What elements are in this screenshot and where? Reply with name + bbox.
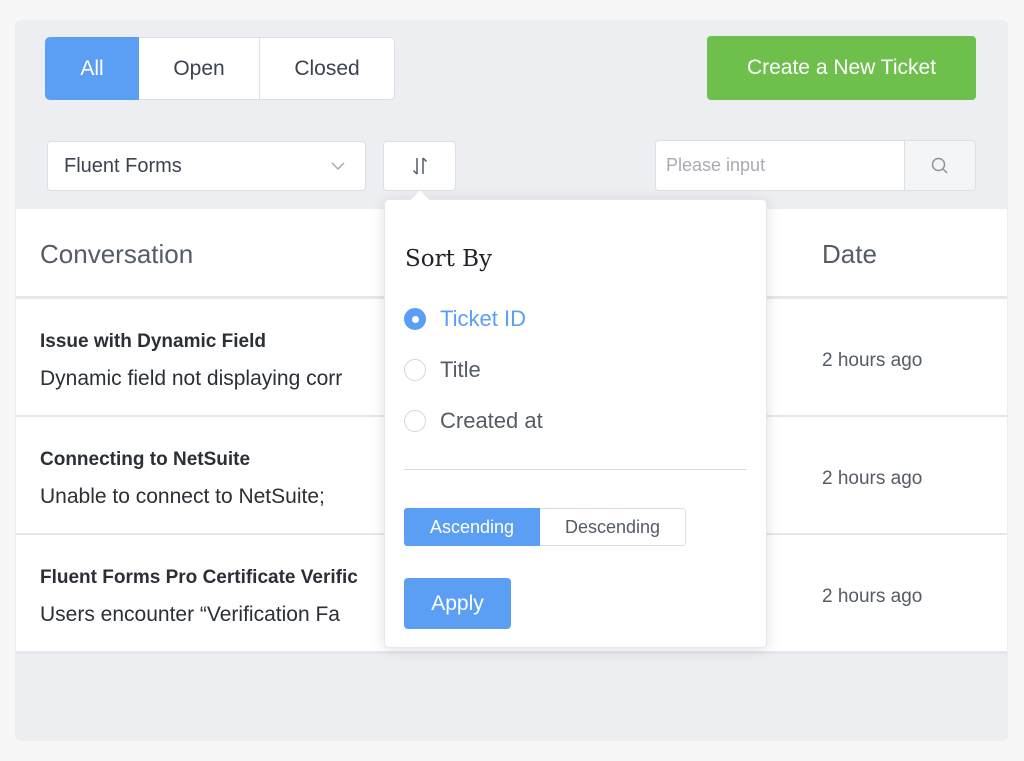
sort-option-label: Ticket ID bbox=[440, 306, 526, 331]
sort-option-ticket-id[interactable]: Ticket ID bbox=[404, 306, 526, 332]
ticket-description: Users encounter “Verification Fa bbox=[40, 603, 340, 626]
sort-toggle-button[interactable] bbox=[383, 141, 456, 191]
ascending-button[interactable]: Ascending bbox=[404, 508, 540, 546]
sort-popover: Sort By Ticket ID Title Created at Ascen… bbox=[384, 189, 767, 648]
sort-option-label: Created at bbox=[440, 408, 543, 433]
sort-option-created-at[interactable]: Created at bbox=[404, 408, 543, 434]
form-select[interactable]: Fluent Forms bbox=[47, 141, 366, 191]
search-button[interactable] bbox=[904, 141, 975, 190]
apply-button[interactable]: Apply bbox=[404, 578, 511, 629]
ticket-title: Fluent Forms Pro Certificate Verific bbox=[40, 567, 358, 588]
form-select-value: Fluent Forms bbox=[64, 154, 182, 177]
ticket-title: Issue with Dynamic Field bbox=[40, 331, 266, 352]
ticket-date: 2 hours ago bbox=[822, 468, 923, 489]
ticket-title: Connecting to NetSuite bbox=[40, 449, 251, 470]
ticket-date: 2 hours ago bbox=[822, 350, 923, 371]
header-conversation: Conversation bbox=[40, 239, 194, 269]
ticket-description: Dynamic field not displaying corr bbox=[40, 367, 343, 390]
header-date: Date bbox=[822, 239, 877, 269]
chevron-down-icon bbox=[331, 162, 345, 171]
sort-option-label: Title bbox=[440, 357, 481, 382]
tab-all[interactable]: All bbox=[45, 37, 139, 100]
search-box bbox=[655, 140, 976, 191]
descending-button[interactable]: Descending bbox=[540, 508, 686, 546]
tab-open[interactable]: Open bbox=[139, 37, 260, 100]
create-ticket-button[interactable]: Create a New Ticket bbox=[707, 36, 976, 100]
ticket-description: Unable to connect to NetSuite; bbox=[40, 485, 325, 508]
search-input[interactable] bbox=[656, 141, 904, 190]
ticket-date: 2 hours ago bbox=[822, 586, 923, 607]
divider bbox=[404, 469, 747, 470]
sort-option-title[interactable]: Title bbox=[404, 357, 481, 383]
status-filter-tabs: All Open Closed bbox=[45, 37, 395, 100]
radio-unchecked-icon bbox=[404, 359, 426, 381]
radio-checked-icon bbox=[404, 308, 426, 330]
sort-by-title: Sort By bbox=[405, 246, 493, 272]
sort-arrows-icon bbox=[412, 157, 427, 175]
radio-unchecked-icon bbox=[404, 410, 426, 432]
search-icon bbox=[931, 157, 948, 174]
tab-closed[interactable]: Closed bbox=[260, 37, 395, 100]
sort-order-toggle: Ascending Descending bbox=[404, 508, 686, 546]
